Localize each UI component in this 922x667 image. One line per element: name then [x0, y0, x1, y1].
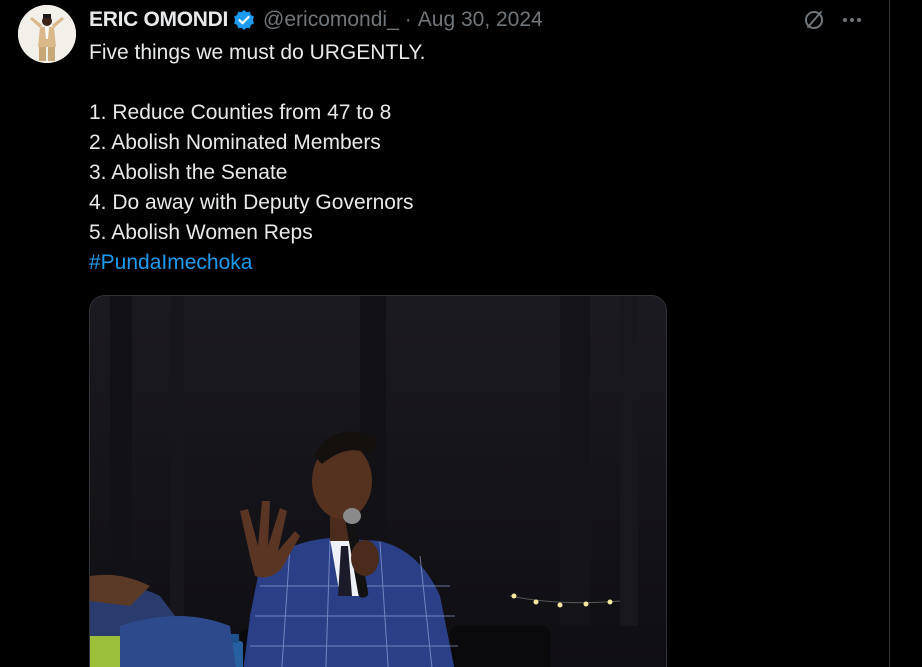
photo-image [90, 296, 666, 667]
avatar[interactable] [18, 5, 76, 63]
tweet-line-item-3: 3. Abolish the Senate [89, 161, 288, 184]
tweet-line-item-4: 4. Do away with Deputy Governors [89, 191, 414, 214]
tweet-line-item-5: 5. Abolish Women Reps [89, 221, 313, 244]
slash-circle-icon[interactable] [800, 6, 828, 34]
separator-dot: · [404, 8, 412, 31]
tweet-line-intro: Five things we must do URGENTLY. [89, 41, 426, 64]
timeline-border [889, 0, 890, 667]
more-horizontal-icon[interactable] [838, 6, 866, 34]
avatar-image [18, 5, 76, 63]
tweet-page: ERIC OMONDI @ericomondi_ · Aug 30, 2024 [0, 0, 922, 667]
tweet-top-actions [800, 6, 866, 34]
hashtag-link[interactable]: #PundaImechoka [89, 248, 809, 278]
tweet-line-item-1: 1. Reduce Counties from 47 to 8 [89, 101, 392, 124]
author-handle[interactable]: @ericomondi_ [263, 8, 399, 32]
tweet-photo[interactable] [89, 295, 667, 667]
tweet-line-item-2: 2. Abolish Nominated Members [89, 131, 381, 154]
tweet-text: Five things we must do URGENTLY. 1. Redu… [89, 38, 809, 278]
tweet-date[interactable]: Aug 30, 2024 [418, 8, 543, 32]
verified-badge-icon[interactable] [233, 9, 255, 31]
display-name[interactable]: ERIC OMONDI [89, 8, 228, 32]
tweet-header: ERIC OMONDI @ericomondi_ · Aug 30, 2024 [89, 6, 543, 34]
